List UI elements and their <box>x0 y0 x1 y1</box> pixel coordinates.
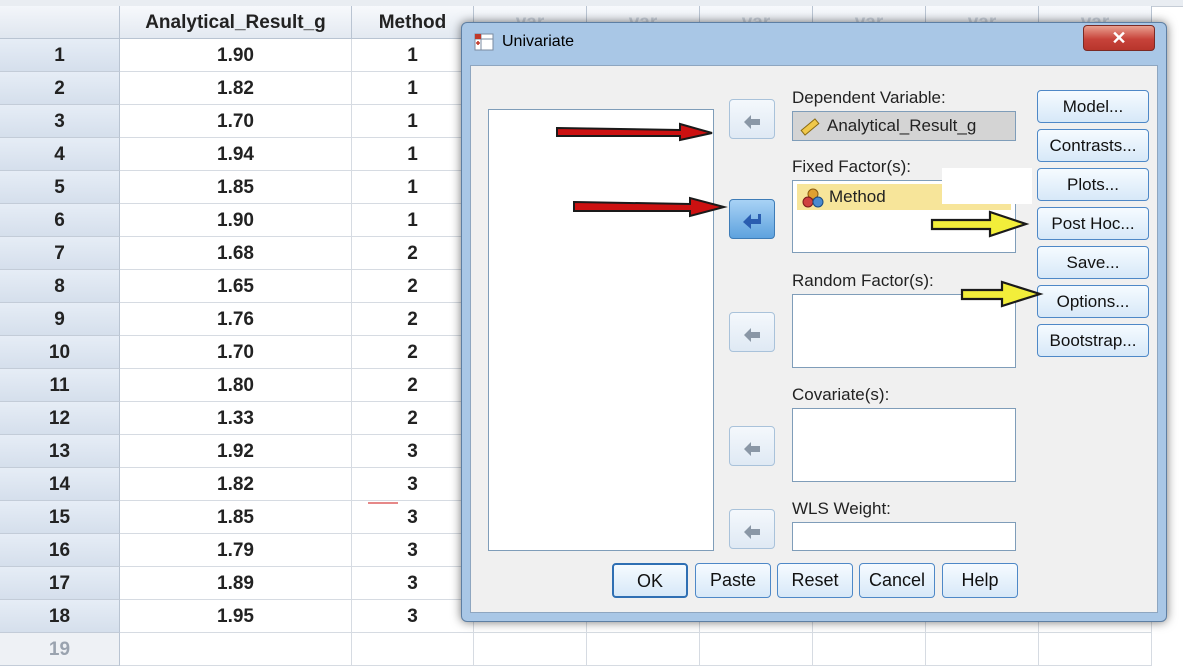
red-arrow-to-fixed-factor <box>573 196 728 218</box>
yellow-arrow-to-post-hoc <box>930 210 1030 238</box>
annotation-overlay <box>368 122 1044 504</box>
yellow-arrow-to-options <box>960 280 1044 308</box>
red-arrow-to-dependent <box>556 122 713 142</box>
